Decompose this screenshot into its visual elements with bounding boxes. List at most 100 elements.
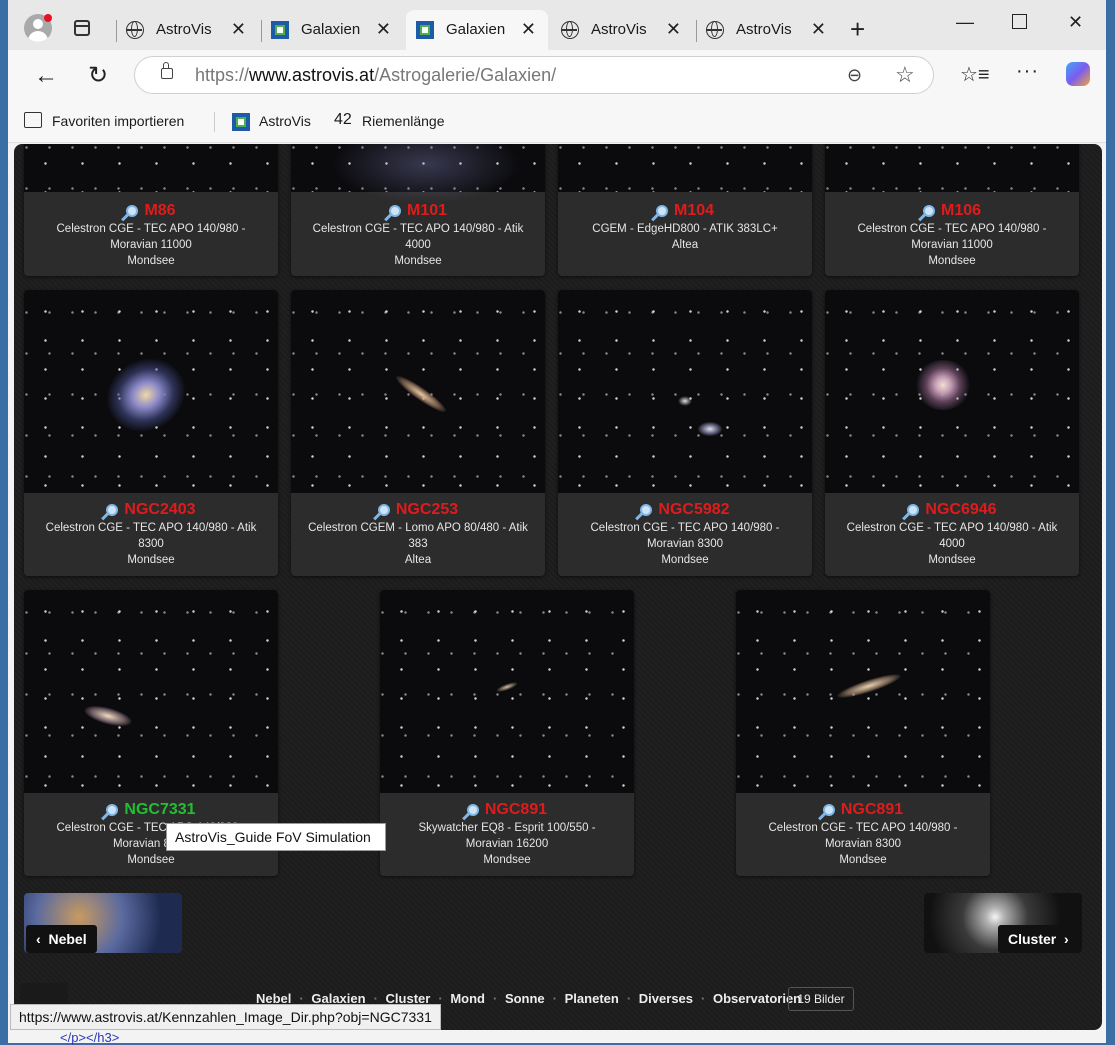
zoom-icon[interactable]: ⊖ bbox=[847, 65, 862, 86]
copilot-icon[interactable] bbox=[1066, 62, 1090, 86]
card-title-text[interactable]: NGC7331 bbox=[124, 801, 195, 818]
footer-link-mond[interactable]: Mond bbox=[450, 991, 485, 1006]
magnifier-icon[interactable] bbox=[466, 804, 479, 816]
tab-astrovis-3[interactable]: AstroVis ✕ bbox=[696, 10, 838, 50]
card-title[interactable]: NGC6946 bbox=[825, 500, 1079, 520]
card-title-text[interactable]: NGC891 bbox=[485, 801, 547, 818]
chevron-left-icon: ‹ bbox=[36, 931, 49, 947]
globe-icon bbox=[706, 21, 724, 39]
galaxy-image[interactable] bbox=[291, 290, 545, 493]
gallery-card-ngc891-esprit[interactable]: NGC891 Skywatcher EQ8 - Esprit 100/550 -… bbox=[380, 590, 634, 876]
magnifier-icon[interactable] bbox=[922, 205, 935, 217]
gallery-card-ngc253[interactable]: NGC253 Celestron CGEM - Lomo APO 80/480 … bbox=[291, 290, 545, 576]
footer-link-sonne[interactable]: Sonne bbox=[505, 991, 545, 1006]
gallery-card-m106[interactable]: M106 Celestron CGE - TEC APO 140/980 - M… bbox=[825, 144, 1079, 276]
favorites-icon[interactable]: ☆≡ bbox=[960, 62, 990, 87]
magnifier-icon[interactable] bbox=[388, 205, 401, 217]
favorite-star-icon[interactable]: ☆ bbox=[895, 62, 915, 88]
card-title[interactable]: NGC253 bbox=[291, 500, 545, 520]
galaxy-image[interactable] bbox=[291, 144, 545, 204]
card-info: NGC891 Celestron CGE - TEC APO 140/980 -… bbox=[736, 800, 990, 868]
card-title[interactable]: M104 bbox=[558, 201, 812, 221]
galaxy-image[interactable] bbox=[736, 590, 990, 793]
tab-close-icon[interactable]: ✕ bbox=[666, 19, 681, 40]
back-arrow-icon[interactable]: ← bbox=[34, 62, 58, 90]
card-title[interactable]: M106 bbox=[825, 201, 1079, 221]
tab-astrovis-1[interactable]: AstroVis ✕ bbox=[116, 10, 258, 50]
card-title-text[interactable]: NGC6946 bbox=[925, 501, 996, 518]
window-close-icon[interactable]: ✕ bbox=[1068, 12, 1083, 33]
bookmark-import-favorites[interactable]: Favoriten importieren bbox=[52, 113, 184, 129]
card-title[interactable]: M86 bbox=[24, 201, 278, 221]
address-bar[interactable]: https://www.astrovis.at/Astrogalerie/Gal… bbox=[134, 56, 934, 94]
minimize-icon[interactable]: — bbox=[956, 12, 974, 33]
next-category-button[interactable]: Cluster › bbox=[998, 925, 1079, 953]
card-title-text[interactable]: NGC5982 bbox=[658, 501, 729, 518]
more-menu-icon[interactable]: ··· bbox=[1016, 60, 1039, 83]
galaxy-image[interactable] bbox=[558, 290, 812, 493]
new-tab-button[interactable]: + bbox=[850, 14, 865, 45]
gallery-card-m101[interactable]: M101 Celestron CGE - TEC APO 140/980 - A… bbox=[291, 144, 545, 276]
card-title[interactable]: NGC891 bbox=[380, 800, 634, 820]
gallery-card-ngc2403[interactable]: NGC2403 Celestron CGE - TEC APO 140/980 … bbox=[24, 290, 278, 576]
card-title-text[interactable]: M101 bbox=[407, 202, 447, 219]
bookmark-riemenlaenge[interactable]: Riemenlänge bbox=[362, 113, 445, 129]
footer-link-diverses[interactable]: Diverses bbox=[639, 991, 693, 1006]
card-title[interactable]: NGC891 bbox=[736, 800, 990, 820]
globe-icon bbox=[561, 21, 579, 39]
magnifier-icon[interactable] bbox=[822, 804, 835, 816]
tab-close-icon[interactable]: ✕ bbox=[811, 19, 826, 40]
galaxy-image[interactable] bbox=[24, 290, 278, 493]
gallery-card-ngc6946[interactable]: NGC6946 Celestron CGE - TEC APO 140/980 … bbox=[825, 290, 1079, 576]
magnifier-icon[interactable] bbox=[640, 504, 653, 516]
card-title-text[interactable]: M104 bbox=[674, 202, 714, 219]
gallery-card-ngc5982[interactable]: NGC5982 Celestron CGE - TEC APO 140/980 … bbox=[558, 290, 812, 576]
footer-link-planeten[interactable]: Planeten bbox=[565, 991, 619, 1006]
card-title-text[interactable]: NGC2403 bbox=[124, 501, 195, 518]
gallery-card-m104[interactable]: M104 CGEM - EdgeHD800 - ATIK 383LC+ Alte… bbox=[558, 144, 812, 276]
card-title[interactable]: NGC7331 bbox=[24, 800, 278, 820]
magnifier-icon[interactable] bbox=[377, 504, 390, 516]
astrovis-logo-icon bbox=[232, 113, 250, 131]
gallery-card-m86[interactable]: M86 Celestron CGE - TEC APO 140/980 - Mo… bbox=[24, 144, 278, 276]
tab-astrovis-2[interactable]: AstroVis ✕ bbox=[551, 10, 693, 50]
url-text[interactable]: https://www.astrovis.at/Astrogalerie/Gal… bbox=[195, 65, 556, 86]
astrovis-logo-icon bbox=[271, 21, 289, 39]
tab-close-icon[interactable]: ✕ bbox=[376, 19, 391, 40]
magnifier-icon[interactable] bbox=[106, 504, 119, 516]
magnifier-icon[interactable] bbox=[106, 804, 119, 816]
tab-galaxien-1[interactable]: Galaxien ✕ bbox=[261, 10, 403, 50]
galaxy-image[interactable] bbox=[24, 144, 278, 192]
card-info: NGC5982 Celestron CGE - TEC APO 140/980 … bbox=[558, 500, 812, 568]
card-title-text[interactable]: M106 bbox=[941, 202, 981, 219]
reload-icon[interactable]: ↻ bbox=[88, 61, 108, 90]
card-title-text[interactable]: NGC253 bbox=[396, 501, 458, 518]
galaxy-image[interactable] bbox=[825, 290, 1079, 493]
image-count-badge: 19 Bilder bbox=[788, 987, 854, 1011]
riemenlaenge-icon: 42 bbox=[334, 111, 352, 128]
card-title-text[interactable]: NGC891 bbox=[841, 801, 903, 818]
gallery-card-ngc891-tec[interactable]: NGC891 Celestron CGE - TEC APO 140/980 -… bbox=[736, 590, 990, 876]
tab-actions-icon[interactable] bbox=[74, 20, 90, 36]
magnifier-icon[interactable] bbox=[655, 205, 668, 217]
card-title[interactable]: M101 bbox=[291, 201, 545, 221]
galaxy-image[interactable] bbox=[558, 144, 812, 192]
galaxy-image[interactable] bbox=[380, 590, 634, 793]
tab-close-icon[interactable]: ✕ bbox=[521, 19, 536, 40]
tab-close-icon[interactable]: ✕ bbox=[231, 19, 246, 40]
card-title[interactable]: NGC5982 bbox=[558, 500, 812, 520]
maximize-icon[interactable] bbox=[1012, 14, 1027, 29]
galaxy-image[interactable] bbox=[825, 144, 1079, 192]
card-location: Mondsee bbox=[928, 255, 976, 267]
tab-label: Galaxien bbox=[301, 21, 361, 38]
prev-category-button[interactable]: ‹ Nebel bbox=[26, 925, 97, 953]
magnifier-icon[interactable] bbox=[907, 504, 920, 516]
bookmark-astrovis[interactable]: AstroVis bbox=[259, 113, 311, 129]
card-location: Mondsee bbox=[127, 854, 175, 866]
magnifier-icon[interactable] bbox=[126, 205, 139, 217]
card-title-text[interactable]: M86 bbox=[144, 202, 175, 219]
lock-icon[interactable] bbox=[161, 62, 173, 79]
card-title[interactable]: NGC2403 bbox=[24, 500, 278, 520]
galaxy-shape bbox=[495, 680, 519, 694]
galaxy-image[interactable] bbox=[24, 590, 278, 793]
